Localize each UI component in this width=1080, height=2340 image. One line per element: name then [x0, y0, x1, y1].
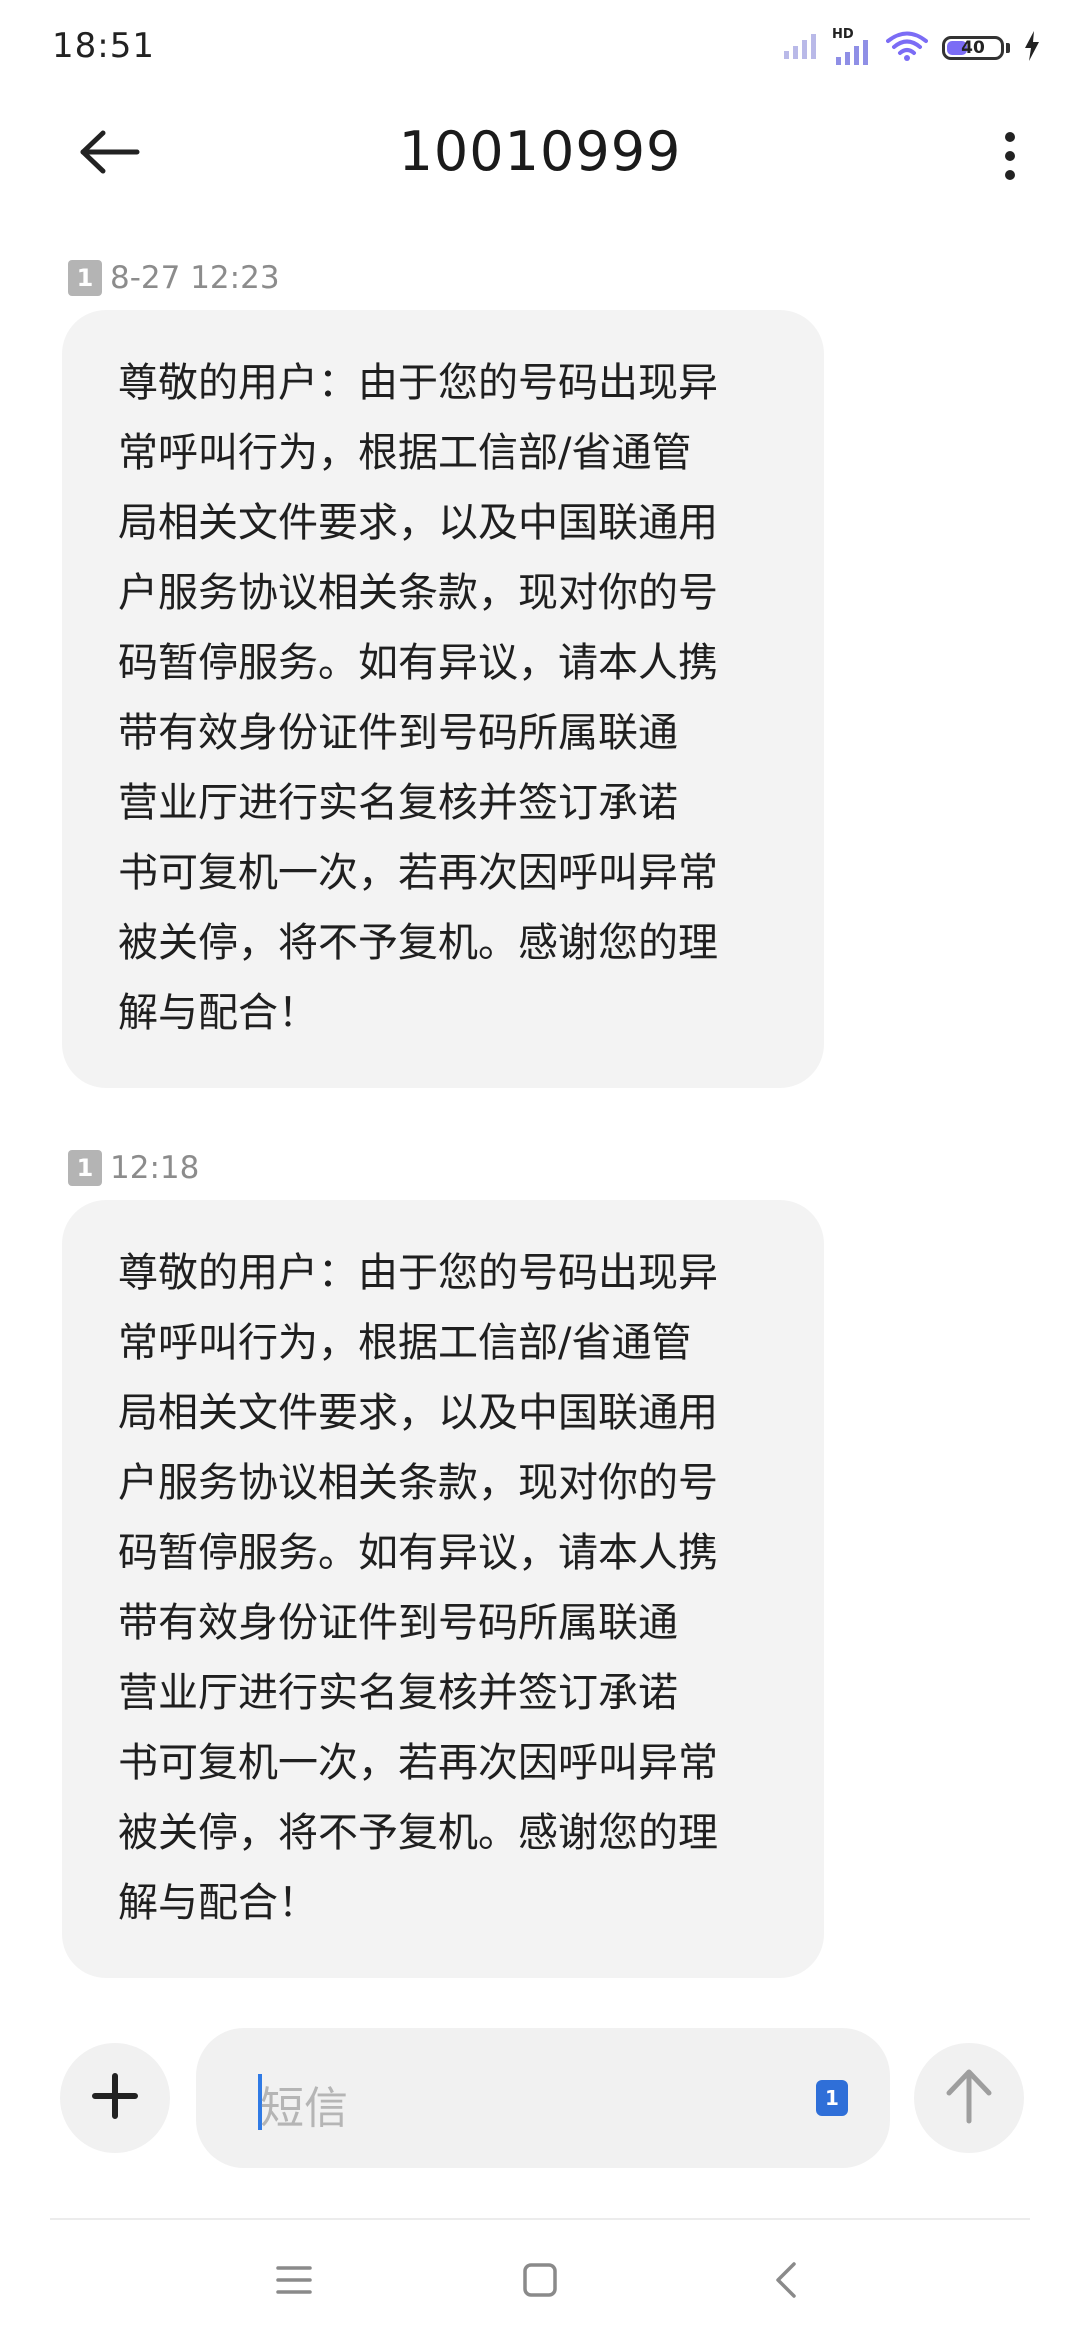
more-options-button[interactable]: [980, 120, 1040, 192]
system-nav-bar: [0, 2222, 1080, 2340]
more-vertical-icon: [1005, 132, 1015, 142]
message-bubble[interactable]: 尊敬的用户：由于您的号码出现异 常呼叫行为，根据工信部/省通管 局相关文件要求，…: [62, 1200, 824, 1978]
arrow-up-icon: [944, 2067, 994, 2129]
message-text: 尊敬的用户：由于您的号码出现异 常呼叫行为，根据工信部/省通管 局相关文件要求，…: [118, 360, 718, 1036]
wifi-icon: [886, 30, 928, 66]
composer: 短信 1: [0, 2028, 1080, 2168]
conversation-header: 10010999: [0, 96, 1080, 212]
sim-select-button[interactable]: 1: [816, 2080, 848, 2116]
add-attachment-button[interactable]: [60, 2043, 170, 2153]
message-input-placeholder: 短信: [260, 2083, 348, 2134]
page-title: 10010999: [398, 120, 682, 183]
signal-hd-icon: HD: [832, 27, 872, 65]
divider: [50, 2218, 1030, 2220]
charging-bolt-icon: [1024, 31, 1040, 65]
message-meta: 1 12:18: [68, 1148, 199, 1188]
back-chevron-icon: [774, 2260, 798, 2304]
sim-badge: 1: [68, 260, 102, 296]
message-input[interactable]: 短信 1: [196, 2028, 890, 2168]
status-icons: HD 40: [784, 27, 1040, 68]
status-time: 18:51: [52, 26, 155, 66]
battery-level: 40: [961, 37, 985, 58]
sim-badge: 1: [68, 1150, 102, 1186]
system-back-button[interactable]: [756, 2252, 816, 2312]
message-meta: 1 8-27 12:23: [68, 258, 280, 298]
signal-icon: [784, 33, 818, 63]
message-time: 8-27 12:23: [110, 260, 280, 296]
home-icon: [522, 2262, 558, 2302]
send-button[interactable]: [914, 2043, 1024, 2153]
menu-icon: [276, 2264, 312, 2300]
status-bar: 18:51 HD 40: [0, 0, 1080, 96]
battery-icon: 40: [942, 36, 1010, 60]
message-text: 尊敬的用户：由于您的号码出现异 常呼叫行为，根据工信部/省通管 局相关文件要求，…: [118, 1250, 718, 1926]
plus-icon: [91, 2072, 139, 2124]
home-button[interactable]: [510, 2252, 570, 2312]
message-time: 12:18: [110, 1150, 200, 1186]
recents-button[interactable]: [264, 2252, 324, 2312]
message-bubble[interactable]: 尊敬的用户：由于您的号码出现异 常呼叫行为，根据工信部/省通管 局相关文件要求，…: [62, 310, 824, 1088]
